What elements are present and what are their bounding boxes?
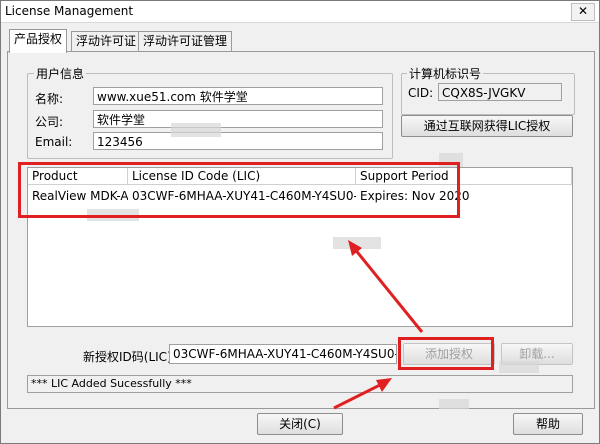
tab-floating-license[interactable]: 浮动许可证 <box>71 31 142 52</box>
company-field[interactable]: 软件学堂 <box>93 110 383 128</box>
watermark-blur <box>171 123 221 137</box>
annotation-highlight-add-button <box>398 337 494 370</box>
new-lic-label: 新授权ID码(LIC): <box>83 350 176 364</box>
close-button[interactable]: 关闭(C) <box>257 413 343 435</box>
window-title: License Management <box>5 4 134 18</box>
cid-field: CQX8S-JVGKV <box>438 83 562 101</box>
user-info-legend: 用户信息 <box>34 65 87 82</box>
watermark-blur <box>499 361 539 373</box>
watermark-blur <box>333 237 381 249</box>
close-icon[interactable]: ✕ <box>571 3 595 21</box>
email-label: Email: <box>35 135 73 149</box>
name-field[interactable]: www.xue51.com 软件学堂 <box>93 87 383 105</box>
email-field[interactable]: 123456 <box>93 132 383 150</box>
title-bar: License Management ✕ <box>1 1 599 23</box>
company-label: 公司: <box>35 115 64 129</box>
license-management-window: License Management ✕ 产品授权 浮动许可证 浮动许可证管理 … <box>0 0 600 444</box>
annotation-highlight-license-row <box>18 162 460 218</box>
computer-id-legend: 计算机标识号 <box>407 65 484 82</box>
name-label: 名称: <box>35 92 64 106</box>
get-lic-via-internet-button[interactable]: 通过互联网获得LIC授权 <box>401 115 573 137</box>
new-lic-input[interactable]: 03CWF-6MHAA-XUY41-C460M-Y4SU0-PKSNA <box>169 344 397 364</box>
tab-product-license[interactable]: 产品授权 <box>9 29 68 53</box>
help-button[interactable]: 帮助 <box>513 413 583 435</box>
watermark-blur <box>439 399 469 409</box>
status-bar: *** LIC Added Sucessfully *** <box>27 375 573 393</box>
cid-label: CID: <box>408 86 434 100</box>
tab-floating-license-admin[interactable]: 浮动许可证管理 <box>138 31 233 52</box>
